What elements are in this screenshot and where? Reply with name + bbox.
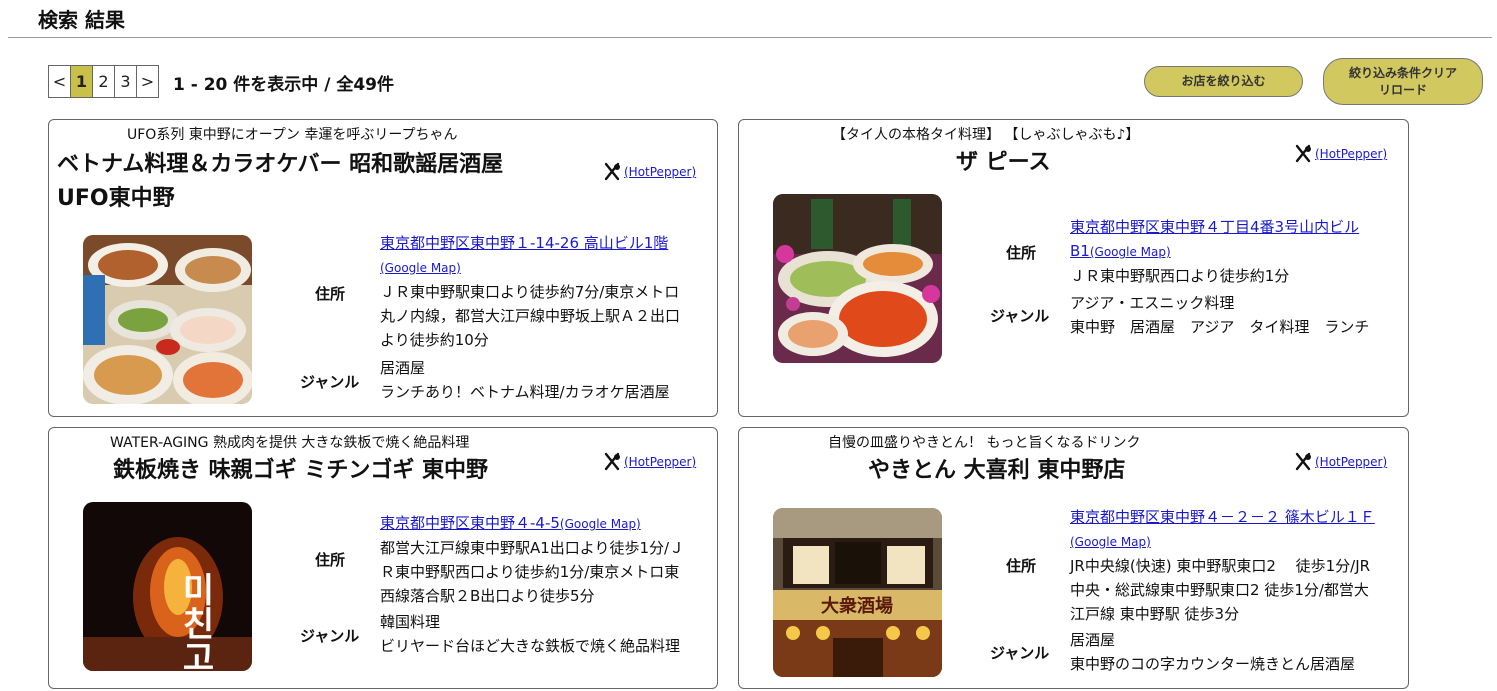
address-block: 東京都中野区東中野４－２－２ 篠木ビル１Ｆ (Google Map) JR中央線… [1070, 505, 1405, 626]
google-map-link[interactable]: (Google Map) [1070, 535, 1151, 549]
address-link[interactable]: 東京都中野区東中野４－２－２ 篠木ビル１Ｆ [1070, 508, 1375, 526]
address-link[interactable]: B1 [1070, 242, 1090, 260]
access-line: ＪＲ東中野駅東口より徒歩約7分/東京メトロ [380, 283, 680, 301]
genre-block: 韓国料理 ビリヤード台ほど大きな鉄板で焼く絶品料理 [380, 610, 715, 658]
reload-label: リロード [1378, 82, 1427, 97]
access-line: Ｒ東中野駅西口より徒歩約1分/東京メトロ東 [380, 563, 680, 581]
genre-note: ビリヤード台ほど大きな鉄板で焼く絶品料理 [380, 637, 681, 655]
genre-label: ジャンル [990, 644, 1050, 662]
address-link[interactable]: 東京都中野区東中野４-4-5 [380, 514, 560, 532]
restaurant-card: 自慢の皿盛りやきとん！ もっと旨くなるドリンク やきとん 大喜利 東中野店 (H… [738, 427, 1409, 689]
restaurant-name: ベトナム料理＆カラオケバー 昭和歌謡居酒屋 UFO東中野 [57, 152, 504, 211]
pager-page-3[interactable]: 3 [114, 65, 137, 98]
genre-label: ジャンル [300, 373, 360, 391]
genre-value: 居酒屋 [380, 359, 426, 377]
access-line: 江戸線 東中野駅 徒歩3分 [1070, 605, 1240, 623]
pager-prev-button[interactable]: < [48, 65, 71, 98]
access-line: ＪＲ東中野駅西口より徒歩約1分 [1070, 267, 1290, 285]
page-title: 検索 結果 [38, 8, 125, 32]
hotpepper-link[interactable]: (HotPepper) [1293, 144, 1387, 164]
google-map-link[interactable]: (Google Map) [1090, 245, 1171, 259]
restaurant-card: 【タイ人の本格タイ料理】 【しゃぶしゃぶも♪】 ザ ピース (HotPepper… [738, 119, 1409, 417]
restaurant-photo[interactable] [83, 235, 252, 404]
address-link[interactable]: 東京都中野区東中野１-14-26 高山ビル1階 [380, 234, 668, 252]
genre-value: 居酒屋 [1070, 631, 1116, 649]
genre-label: ジャンル [990, 307, 1050, 325]
pager-page-1[interactable]: 1 [70, 65, 93, 98]
restaurant-card: UFO系列 東中野にオープン 幸運を呼ぶリープちゃん ベトナム料理＆カラオケバー… [48, 119, 718, 417]
access-line: 中央・総武線東中野駅東口2 徒歩1分/都営大 [1070, 581, 1369, 599]
restaurant-photo[interactable] [773, 194, 942, 363]
hotpepper-link[interactable]: (HotPepper) [602, 452, 696, 472]
fork-knife-icon [1295, 452, 1311, 471]
fork-knife-icon [604, 452, 620, 471]
hotpepper-link[interactable]: (HotPepper) [602, 162, 696, 182]
restaurant-card: WATER-AGING 熟成肉を提供 大きな鉄板で焼く絶品料理 鉄板焼き 味親ゴ… [48, 427, 718, 689]
google-map-link[interactable]: (Google Map) [560, 517, 641, 531]
catch-copy: 【タイ人の本格タイ料理】 【しゃぶしゃぶも♪】 [832, 127, 1140, 143]
access-line: より徒歩約10分 [380, 331, 489, 349]
pagination: < 1 2 3 > [48, 65, 159, 98]
address-link[interactable]: 東京都中野区東中野４丁目4番3号山内ビル [1070, 218, 1359, 236]
address-label: 住所 [315, 285, 346, 303]
genre-note: ランチあり！ベトナム料理/カラオケ居酒屋 [380, 383, 670, 401]
genre-block: アジア・エスニック料理 東中野 居酒屋 アジア タイ料理 ランチ [1070, 291, 1405, 339]
catch-copy: 自慢の皿盛りやきとん！ もっと旨くなるドリンク [828, 435, 1141, 451]
pager-next-button[interactable]: > [136, 65, 159, 98]
access-line: 都営大江戸線東中野駅A1出口より徒歩1分/Ｊ [380, 539, 685, 557]
restaurant-name: 鉄板焼き 味親ゴギ ミチンゴギ 東中野 [113, 458, 488, 483]
access-line: 丸ノ内線，都営大江戸線中野坂上駅Ａ２出口 [380, 307, 681, 325]
clear-filters-button[interactable]: 絞り込み条件クリア リロード [1323, 58, 1483, 105]
address-label: 住所 [1006, 244, 1037, 262]
restaurant-photo[interactable]: 미친고기 [83, 502, 252, 671]
genre-block: 居酒屋 東中野のコの字カウンター焼きとん居酒屋 [1070, 628, 1405, 676]
restaurant-name: やきとん 大喜利 東中野店 [868, 458, 1126, 483]
restaurant-photo[interactable]: 大衆酒場 [773, 508, 942, 677]
access-line: 西線落合駅２B出口より徒歩5分 [380, 587, 595, 605]
genre-value: 韓国料理 [380, 613, 441, 631]
hotpepper-link[interactable]: (HotPepper) [1293, 452, 1387, 472]
photo-sign-text: 大衆酒場 [821, 595, 893, 617]
clear-filters-label: 絞り込み条件クリア [1348, 65, 1457, 80]
google-map-link[interactable]: (Google Map) [380, 261, 461, 275]
narrow-down-button[interactable]: お店を絞り込む [1144, 66, 1303, 97]
fork-knife-icon [1295, 144, 1311, 163]
genre-note: 東中野 居酒屋 アジア タイ料理 ランチ [1070, 318, 1370, 336]
genre-label: ジャンル [300, 627, 360, 645]
fork-knife-icon [604, 162, 620, 181]
address-block: 東京都中野区東中野１-14-26 高山ビル1階 (Google Map) ＪＲ東… [380, 231, 710, 352]
photo-korean-text: 미친고기 [175, 572, 215, 671]
restaurant-name: ザ ピース [956, 150, 1051, 175]
catch-copy: UFO系列 東中野にオープン 幸運を呼ぶリープちゃん [127, 127, 458, 143]
genre-value: アジア・エスニック料理 [1070, 294, 1235, 312]
genre-note: 東中野のコの字カウンター焼きとん居酒屋 [1070, 655, 1356, 673]
title-divider [8, 37, 1492, 38]
access-line: JR中央線(快速) 東中野駅東口2 徒歩1分/JR [1070, 557, 1371, 575]
address-label: 住所 [315, 551, 346, 569]
address-label: 住所 [1006, 557, 1037, 575]
genre-block: 居酒屋 ランチあり！ベトナム料理/カラオケ居酒屋 [380, 356, 710, 404]
result-count: 1 - 20 件を表示中 / 全49件 [173, 75, 394, 95]
pager-page-2[interactable]: 2 [92, 65, 115, 98]
address-block: 東京都中野区東中野４-4-5(Google Map) 都営大江戸線東中野駅A1出… [380, 511, 715, 608]
catch-copy: WATER-AGING 熟成肉を提供 大きな鉄板で焼く絶品料理 [110, 435, 470, 451]
address-block: 東京都中野区東中野４丁目4番3号山内ビル B1(Google Map) ＪＲ東中… [1070, 215, 1405, 288]
